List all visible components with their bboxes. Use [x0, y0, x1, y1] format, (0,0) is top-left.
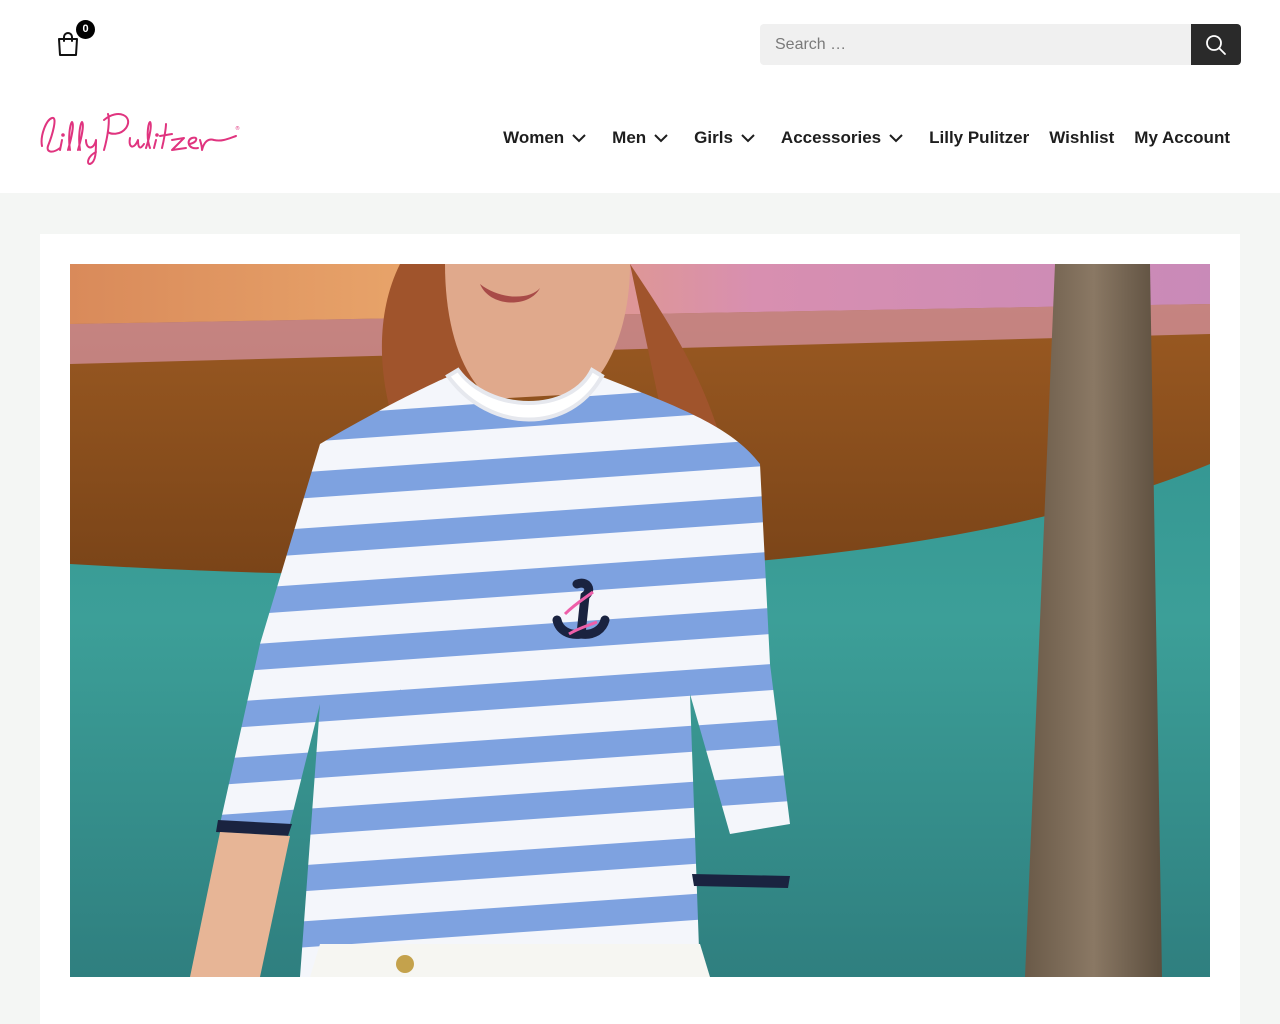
main-header: ® Women Men Girls Accessories Lilly Puli…	[0, 90, 1280, 193]
hero-image	[70, 264, 1210, 977]
cart-button[interactable]: 0	[56, 20, 95, 58]
nav-item-girls[interactable]: Girls	[694, 128, 755, 148]
chevron-down-icon	[654, 133, 668, 143]
main-nav: Women Men Girls Accessories Lilly Pulitz…	[483, 128, 1230, 148]
chevron-down-icon	[741, 133, 755, 143]
svg-text:®: ®	[235, 125, 240, 132]
nav-item-wishlist[interactable]: Wishlist	[1049, 128, 1114, 148]
shopping-bag-icon	[58, 32, 78, 56]
nav-item-label: Wishlist	[1049, 128, 1115, 147]
nav-item-label: Girls	[694, 128, 733, 147]
nav-item-label: Accessories	[780, 128, 882, 147]
nav-item-my-account[interactable]: My Account	[1134, 128, 1230, 148]
nav-item-accessories[interactable]: Accessories	[781, 128, 903, 148]
chevron-down-icon	[572, 133, 586, 143]
nav-item-label: Lilly Pulitzer	[929, 128, 1030, 147]
cart-count-badge: 0	[76, 20, 95, 39]
nav-item-men[interactable]: Men	[612, 128, 668, 148]
search-input[interactable]	[760, 24, 1191, 65]
chevron-down-icon	[889, 133, 903, 143]
search-button[interactable]	[1191, 24, 1241, 65]
nav-item-label: My Account	[1134, 128, 1230, 147]
search-icon	[1206, 34, 1226, 55]
search-form	[760, 24, 1241, 65]
top-bar: 0	[0, 0, 1280, 90]
nav-item-women[interactable]: Women	[503, 128, 586, 148]
lilly-pulitzer-logo: ®	[40, 113, 240, 165]
brand-logo[interactable]: ®	[38, 106, 242, 168]
hero-photo-illustration	[70, 264, 1210, 977]
nav-item-lilly-pulitzer[interactable]: Lilly Pulitzer	[929, 128, 1029, 148]
nav-item-label: Men	[612, 128, 647, 147]
nav-item-label: Women	[503, 128, 565, 147]
